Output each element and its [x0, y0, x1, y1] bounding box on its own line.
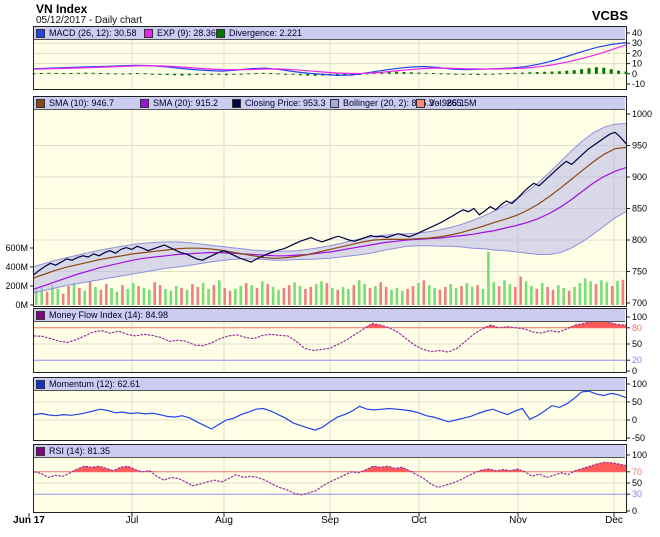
legend-color-swatch — [140, 99, 149, 108]
mfi-legend: Money Flow Index (14): 84.98 — [34, 309, 625, 322]
legend-color-swatch — [36, 380, 45, 389]
x-axis-label: Aug — [215, 515, 233, 526]
main-legend: SMA (10): 946.7 SMA (20): 915.2 Closing Pr… — [34, 97, 625, 110]
legend-color-swatch — [330, 99, 339, 108]
svg-text:10: 10 — [632, 59, 642, 69]
svg-text:70: 70 — [632, 467, 642, 477]
legend-color-swatch — [36, 29, 45, 38]
svg-text:0M: 0M — [15, 300, 28, 310]
chart-window: VN Index 05/12/2017 - Daily chart VCBS 4… — [0, 0, 660, 537]
svg-text:700: 700 — [632, 298, 647, 308]
legend-label: Divergence: 2.221 — [229, 28, 302, 38]
legend-color-swatch — [232, 99, 241, 108]
svg-text:-50: -50 — [632, 433, 645, 443]
svg-text:80: 80 — [632, 323, 642, 333]
legend-color-swatch — [36, 311, 45, 320]
legend-label: Vol: 265.5M — [429, 98, 477, 108]
x-axis-label: Oct — [411, 515, 427, 526]
legend-label: MACD (26, 12): 30.58 — [49, 28, 137, 38]
legend-color-swatch — [36, 99, 45, 108]
svg-text:600M: 600M — [5, 243, 28, 253]
svg-text:20: 20 — [632, 355, 642, 365]
svg-text:50: 50 — [632, 397, 642, 407]
rsi-legend: RSI (14): 81.35 — [34, 445, 625, 458]
svg-text:800: 800 — [632, 235, 647, 245]
x-axis-label: Sep — [321, 515, 339, 526]
mom-legend: Momentum (12): 62.61 — [34, 378, 625, 391]
legend-label: Closing Price: 953.3 — [245, 98, 326, 108]
svg-text:200M: 200M — [5, 281, 28, 291]
macd-legend: MACD (26, 12): 30.58 EXP (9): 28.36 Diverg… — [34, 27, 625, 40]
x-axis-label: Jun 17 — [13, 515, 45, 526]
legend-label: RSI (14): 81.35 — [49, 446, 110, 456]
svg-text:0: 0 — [632, 366, 637, 376]
rsi-legend-item: RSI (14): 81.35 — [36, 446, 110, 456]
legend-color-swatch — [36, 447, 45, 456]
legend-label: EXP (9): 28.36 — [157, 28, 216, 38]
legend-label: Momentum (12): 62.61 — [49, 379, 140, 389]
svg-text:1000: 1000 — [632, 109, 652, 119]
legend-label: SMA (20): 915.2 — [153, 98, 218, 108]
main-legend-item: Vol: 265.5M — [416, 98, 477, 108]
main-legend-item: SMA (20): 915.2 — [140, 98, 218, 108]
macd-legend-item: EXP (9): 28.36 — [144, 28, 216, 38]
macd-legend-item: MACD (26, 12): 30.58 — [36, 28, 137, 38]
legend-color-swatch — [216, 29, 225, 38]
legend-label: SMA (10): 946.7 — [49, 98, 114, 108]
svg-text:0: 0 — [632, 506, 637, 516]
mom-legend-item: Momentum (12): 62.61 — [36, 379, 140, 389]
svg-text:400M: 400M — [5, 262, 28, 272]
main-legend-item: SMA (10): 946.7 — [36, 98, 114, 108]
svg-text:0: 0 — [632, 69, 637, 79]
svg-text:750: 750 — [632, 267, 647, 277]
svg-text:100: 100 — [632, 450, 647, 460]
svg-text:100: 100 — [632, 312, 647, 322]
svg-text:900: 900 — [632, 172, 647, 182]
svg-text:30: 30 — [632, 38, 642, 48]
svg-text:50: 50 — [632, 339, 642, 349]
x-axis-label: Dec — [605, 515, 623, 526]
x-axis-label: Nov — [509, 515, 527, 526]
legend-color-swatch — [144, 29, 153, 38]
mfi-legend-item: Money Flow Index (14): 84.98 — [36, 310, 168, 320]
legend-label: Money Flow Index (14): 84.98 — [49, 310, 168, 320]
svg-text:0: 0 — [632, 415, 637, 425]
main-legend-item: Closing Price: 953.3 — [232, 98, 326, 108]
svg-text:100: 100 — [632, 379, 647, 389]
svg-text:850: 850 — [632, 204, 647, 214]
x-axis-label: Jul — [126, 515, 139, 526]
svg-text:20: 20 — [632, 48, 642, 58]
svg-text:-10: -10 — [632, 79, 645, 89]
svg-text:40: 40 — [632, 28, 642, 38]
svg-text:50: 50 — [632, 478, 642, 488]
svg-text:950: 950 — [632, 141, 647, 151]
svg-text:30: 30 — [632, 489, 642, 499]
macd-legend-item: Divergence: 2.221 — [216, 28, 302, 38]
legend-color-swatch — [416, 99, 425, 108]
